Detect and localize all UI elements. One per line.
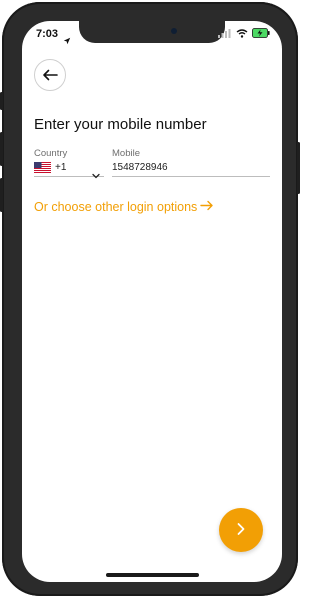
front-camera — [171, 28, 177, 34]
country-selector[interactable]: +1 — [34, 158, 104, 179]
location-arrow-icon — [63, 30, 71, 49]
mute-switch — [0, 92, 3, 110]
page-title: Enter your mobile number — [34, 116, 207, 133]
status-icons — [218, 28, 270, 38]
home-indicator[interactable] — [106, 573, 199, 577]
arrow-left-icon — [42, 66, 58, 85]
us-flag-icon — [34, 158, 51, 177]
other-login-options-text: Or choose other login options — [34, 200, 198, 214]
power-button — [297, 142, 300, 194]
arrow-right-icon — [200, 200, 214, 214]
volume-down-button — [0, 178, 3, 212]
mobile-label: Mobile — [112, 148, 140, 159]
country-code: +1 — [55, 162, 67, 173]
chevron-down-icon — [92, 164, 100, 183]
screen: 7:03 Enter your mobile number Country Mo… — [22, 21, 282, 582]
back-button[interactable] — [34, 59, 66, 91]
phone-frame: 7:03 Enter your mobile number Country Mo… — [0, 2, 300, 596]
signal-icon — [218, 28, 232, 38]
status-time: 7:03 — [36, 28, 59, 40]
volume-up-button — [0, 132, 3, 166]
next-button[interactable] — [219, 508, 263, 552]
mobile-input[interactable] — [112, 159, 270, 177]
wifi-icon — [236, 28, 248, 38]
chevron-right-icon — [236, 521, 246, 540]
notch — [79, 21, 225, 43]
battery-charging-icon — [252, 28, 270, 38]
other-login-options-link[interactable]: Or choose other login options — [34, 200, 214, 214]
